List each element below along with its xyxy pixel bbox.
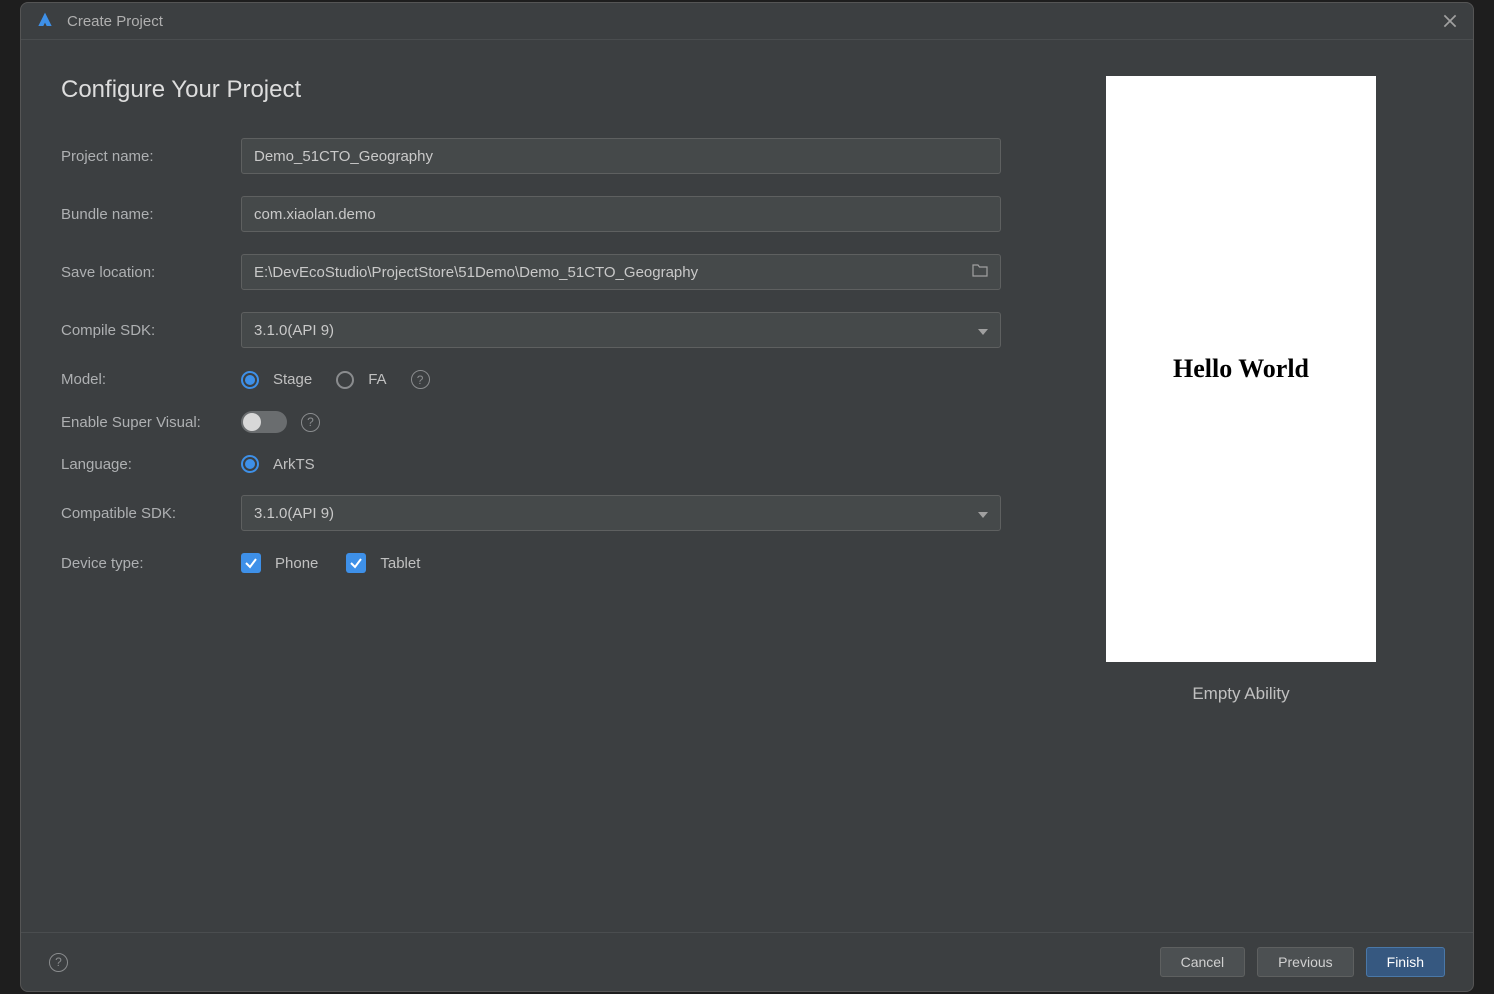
close-icon[interactable] (1441, 12, 1459, 30)
compatible-sdk-label: Compatible SDK: (61, 505, 241, 522)
bundle-name-label: Bundle name: (61, 206, 241, 223)
model-label: Model: (61, 371, 241, 388)
template-name: Empty Ability (1192, 684, 1289, 704)
dialog-footer: ? Cancel Previous Finish (21, 932, 1473, 991)
chevron-down-icon (978, 322, 988, 339)
tablet-checkbox-label: Tablet (380, 555, 420, 572)
create-project-dialog: Create Project Configure Your Project Pr… (20, 2, 1474, 992)
language-arkts-radio[interactable] (241, 455, 259, 473)
project-name-label: Project name: (61, 148, 241, 165)
titlebar: Create Project (21, 3, 1473, 40)
template-preview: Hello World (1106, 76, 1376, 662)
compile-sdk-value: 3.1.0(API 9) (254, 322, 334, 339)
compile-sdk-label: Compile SDK: (61, 322, 241, 339)
device-type-label: Device type: (61, 555, 241, 572)
model-stage-label: Stage (273, 371, 312, 388)
save-location-input[interactable]: E:\DevEcoStudio\ProjectStore\51Demo\Demo… (241, 254, 1001, 290)
phone-checkbox-label: Phone (275, 555, 318, 572)
app-logo-icon (35, 11, 55, 31)
language-arkts-label: ArkTS (273, 456, 315, 473)
folder-icon[interactable] (972, 263, 988, 281)
save-location-label: Save location: (61, 264, 241, 281)
previous-button[interactable]: Previous (1257, 947, 1353, 977)
model-stage-radio[interactable] (241, 371, 259, 389)
model-fa-radio[interactable] (336, 371, 354, 389)
bundle-name-input[interactable] (241, 196, 1001, 232)
page-title: Configure Your Project (61, 76, 1051, 104)
preview-text: Hello World (1173, 354, 1309, 384)
cancel-button[interactable]: Cancel (1160, 947, 1246, 977)
chevron-down-icon (978, 505, 988, 522)
compile-sdk-select[interactable]: 3.1.0(API 9) (241, 312, 1001, 348)
finish-button[interactable]: Finish (1366, 947, 1445, 977)
tablet-checkbox[interactable] (346, 553, 366, 573)
language-label: Language: (61, 456, 241, 473)
super-visual-toggle[interactable] (241, 411, 287, 433)
model-fa-label: FA (368, 371, 386, 388)
compatible-sdk-select[interactable]: 3.1.0(API 9) (241, 495, 1001, 531)
phone-checkbox[interactable] (241, 553, 261, 573)
project-name-input[interactable] (241, 138, 1001, 174)
window-title: Create Project (67, 13, 163, 30)
footer-help-icon[interactable]: ? (49, 953, 68, 972)
save-location-value: E:\DevEcoStudio\ProjectStore\51Demo\Demo… (254, 264, 698, 281)
model-help-icon[interactable]: ? (411, 370, 430, 389)
compatible-sdk-value: 3.1.0(API 9) (254, 505, 334, 522)
super-visual-label: Enable Super Visual: (61, 414, 241, 431)
super-visual-help-icon[interactable]: ? (301, 413, 320, 432)
